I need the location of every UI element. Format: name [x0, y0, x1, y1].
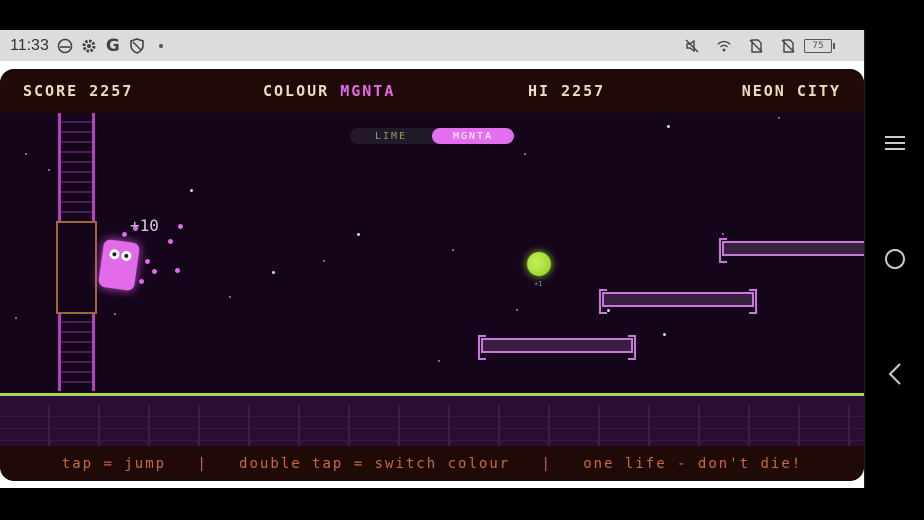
orb-label: +1: [534, 280, 543, 288]
star: [607, 309, 610, 312]
star: [272, 271, 275, 274]
recent-apps-button[interactable]: [865, 134, 924, 152]
star: [667, 125, 670, 128]
mute-icon: [684, 38, 700, 54]
star: [722, 233, 724, 235]
shield-icon: [129, 37, 145, 54]
gate-frame: [56, 221, 97, 314]
platform: [719, 238, 864, 263]
no-sim-icon: [748, 38, 764, 54]
particle: [168, 239, 173, 244]
particle: [122, 232, 127, 237]
game-canvas[interactable]: SCORE 2257 COLOUR MGNTA HI 2257 NEON CIT…: [0, 69, 864, 481]
score-value: 2257: [89, 82, 134, 100]
star: [524, 153, 526, 155]
player-eye: [120, 250, 132, 262]
toggle-option-lime[interactable]: LIME: [350, 128, 432, 144]
home-button[interactable]: [865, 248, 924, 270]
particle: [152, 269, 157, 274]
status-time: 11:33: [10, 36, 49, 54]
particle: [175, 268, 180, 273]
instructions-footer: tap = jump | double tap = switch colour …: [0, 446, 864, 481]
star: [190, 189, 193, 192]
colour-display: COLOUR MGNTA: [263, 82, 395, 100]
battery-icon: 75: [804, 38, 835, 53]
star: [778, 117, 780, 119]
star: [357, 233, 360, 236]
star: [114, 313, 116, 315]
star: [15, 317, 17, 319]
score-label: SCORE: [23, 82, 79, 100]
dot-icon: [153, 38, 169, 54]
particle: [133, 226, 138, 231]
hi-score-display: HI 2257: [528, 82, 605, 100]
platform: [599, 289, 757, 314]
circle-icon: [885, 249, 905, 269]
hi-label: HI: [528, 82, 551, 100]
platform: [478, 335, 636, 360]
star: [516, 309, 518, 311]
particle: [139, 279, 144, 284]
hat-icon: [57, 38, 73, 54]
star: [48, 169, 50, 171]
ground-pattern: [0, 405, 864, 446]
top-black-bar: [0, 0, 924, 30]
star: [452, 249, 454, 251]
battery-level: 75: [812, 40, 824, 51]
status-bar: 11:33 G 75: [0, 30, 864, 61]
no-sim-icon: [780, 38, 796, 54]
colour-value: MGNTA: [340, 82, 396, 100]
player-eye: [108, 248, 121, 260]
star: [323, 260, 325, 262]
star: [663, 333, 666, 336]
back-button[interactable]: [865, 362, 924, 386]
star: [438, 360, 440, 362]
back-arrow-icon: [888, 363, 901, 385]
wifi-icon: [716, 38, 732, 54]
gear-icon: [81, 38, 97, 54]
lime-orb: [527, 252, 551, 276]
hud-bar: SCORE 2257 COLOUR MGNTA HI 2257 NEON CIT…: [0, 69, 864, 113]
star: [229, 296, 231, 298]
level-name: NEON CITY: [741, 82, 841, 100]
hi-value: 2257: [561, 82, 606, 100]
google-icon: G: [105, 35, 120, 56]
toggle-option-magenta[interactable]: MGNTA: [432, 128, 514, 144]
colour-label: COLOUR: [263, 82, 330, 100]
bottom-black-bar: [0, 488, 924, 520]
menu-icon: [885, 136, 905, 150]
star: [25, 153, 27, 155]
player-character: [97, 238, 141, 292]
particle: [178, 224, 183, 229]
score-display: SCORE 2257: [23, 82, 133, 100]
particle: [145, 259, 150, 264]
colour-toggle[interactable]: LIME MGNTA: [350, 128, 514, 144]
android-nav-bar: [864, 30, 924, 488]
